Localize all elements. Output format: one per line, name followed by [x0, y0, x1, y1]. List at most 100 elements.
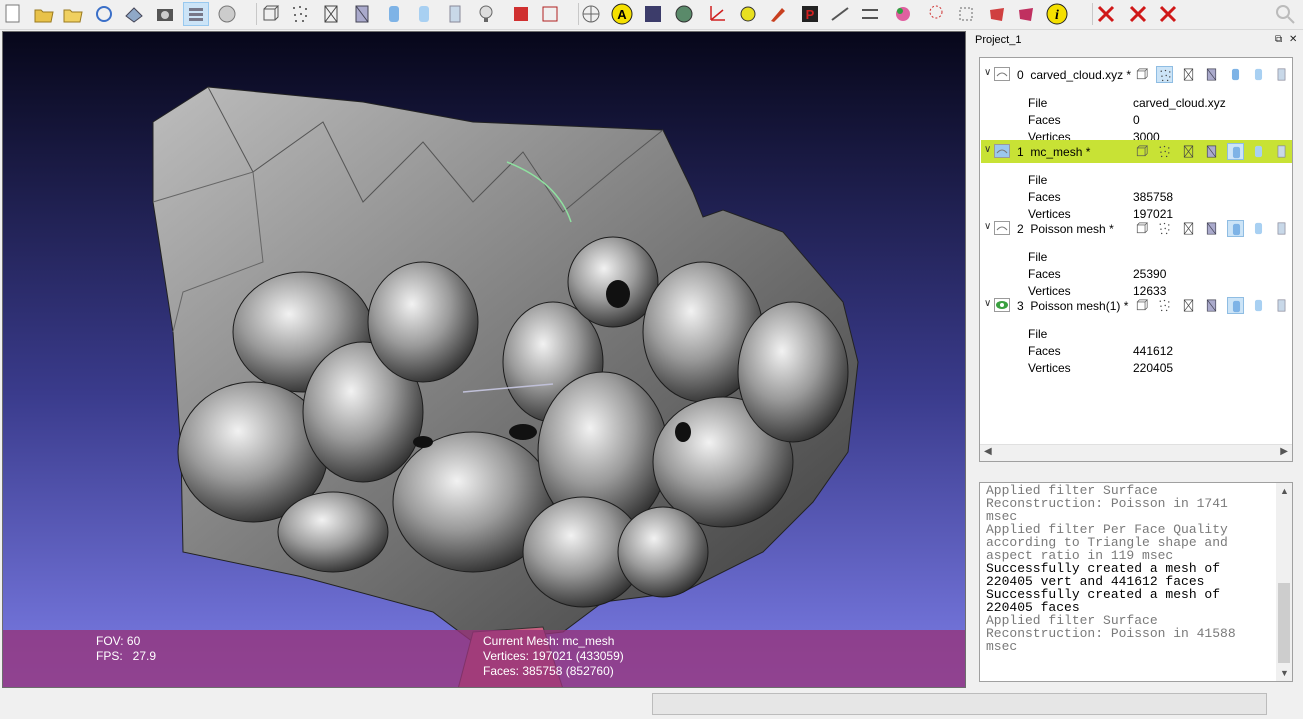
layer-texture-icon[interactable]	[1273, 66, 1290, 83]
delete-all-icon[interactable]	[1155, 2, 1181, 26]
back-face-icon[interactable]	[537, 2, 563, 26]
bounding-box-icon[interactable]	[257, 2, 283, 26]
delete-vertices-icon[interactable]	[1125, 2, 1151, 26]
layer-row[interactable]: ∨ 3 Poisson mesh(1) *	[981, 294, 1292, 317]
layer-texture-icon[interactable]	[1273, 143, 1290, 160]
svg-text:P: P	[806, 7, 815, 22]
layer-points-icon[interactable]	[1156, 297, 1173, 314]
layer-bounding-box-icon[interactable]	[1133, 297, 1150, 314]
color-icon[interactable]	[735, 2, 761, 26]
layer-wireframe-icon[interactable]	[1180, 143, 1197, 160]
flat-shading-icon[interactable]	[381, 2, 407, 26]
layer-points-icon[interactable]	[1156, 66, 1173, 83]
property-label: Faces	[1028, 344, 1061, 358]
float-dock-icon[interactable]: ⧉	[1275, 34, 1282, 45]
reference-icon[interactable]	[923, 2, 949, 26]
scroll-up-icon[interactable]: ▲	[1280, 486, 1289, 496]
collapse-arrow-icon[interactable]: ∨	[984, 298, 991, 309]
raster-layers-icon[interactable]	[214, 2, 240, 26]
layer-row[interactable]: ∨ 2 Poisson mesh *	[981, 217, 1292, 240]
close-dock-icon[interactable]: ✕	[1289, 34, 1297, 45]
tree-horizontal-scrollbar[interactable]: ◀ ▶	[980, 444, 1292, 461]
delete-faces-icon[interactable]	[1093, 2, 1119, 26]
eye-icon[interactable]	[994, 298, 1010, 312]
layer-name: 2 Poisson mesh *	[1017, 222, 1114, 236]
select-faces-icon[interactable]	[953, 2, 979, 26]
reload-icon[interactable]	[91, 2, 117, 26]
layer-wireframe-icon[interactable]	[1180, 297, 1197, 314]
svg-text:i: i	[1055, 8, 1059, 23]
layer-bounding-box-icon[interactable]	[1133, 66, 1150, 83]
layer-row[interactable]: ∨ 0 carved_cloud.xyz *	[981, 63, 1292, 86]
main-toolbar: A Pi	[0, 0, 1303, 30]
vertices-label: Vertices: 197021 (433059)	[483, 649, 624, 663]
import-mesh-icon[interactable]	[60, 2, 86, 26]
layer-hidden-lines-icon[interactable]	[1203, 220, 1220, 237]
layer-hidden-lines-icon[interactable]	[1203, 66, 1220, 83]
layer-smooth-shading-icon[interactable]	[1250, 66, 1267, 83]
smooth-shading-icon[interactable]	[411, 2, 437, 26]
open-project-icon[interactable]	[31, 2, 57, 26]
scroll-left-icon[interactable]: ◀	[984, 446, 992, 457]
save-snapshot-icon[interactable]	[121, 2, 147, 26]
collapse-arrow-icon[interactable]: ∨	[984, 221, 991, 232]
measure-icon[interactable]	[827, 2, 853, 26]
scroll-right-icon[interactable]: ▶	[1280, 446, 1288, 457]
scroll-down-icon[interactable]: ▼	[1280, 668, 1289, 678]
collapse-arrow-icon[interactable]: ∨	[984, 67, 991, 78]
property-value: 441612	[1133, 344, 1174, 358]
layer-points-icon[interactable]	[1156, 143, 1173, 160]
layer-visible-icon[interactable]	[994, 144, 1010, 158]
toolbar-separator	[256, 3, 257, 25]
layer-wireframe-icon[interactable]	[1180, 66, 1197, 83]
layer-smooth-shading-icon[interactable]	[1250, 220, 1267, 237]
layer-flat-shading-icon[interactable]	[1227, 143, 1244, 160]
3d-viewport[interactable]: FOV: 60 FPS: 27.9 Current Mesh: mc_mesh …	[2, 31, 966, 688]
log-vertical-scrollbar[interactable]: ▲ ▼	[1276, 483, 1292, 681]
faces-label: Faces: 385758 (852760)	[483, 664, 614, 678]
axes-icon[interactable]	[704, 2, 730, 26]
property-label: File	[1028, 173, 1048, 187]
align-icon[interactable]	[857, 2, 883, 26]
layer-flat-shading-icon[interactable]	[1227, 220, 1244, 237]
layer-row[interactable]: ∨ 1 mc_mesh *	[981, 140, 1292, 163]
layer-flat-shading-icon[interactable]	[1227, 297, 1244, 314]
hidden-lines-icon[interactable]	[349, 2, 375, 26]
log-line: Reconstruction: Poisson in 41588	[986, 626, 1236, 641]
layer-points-icon[interactable]	[1156, 220, 1173, 237]
layer-texture-icon[interactable]	[1273, 297, 1290, 314]
points-icon[interactable]	[287, 2, 313, 26]
search-icon[interactable]	[1273, 2, 1299, 26]
info-icon[interactable]: i	[1044, 2, 1070, 26]
select-region-icon[interactable]	[984, 2, 1010, 26]
annotation-icon[interactable]: A	[609, 2, 635, 26]
light-icon[interactable]	[473, 2, 499, 26]
select-vertices-icon[interactable]	[890, 2, 916, 26]
select-connected-icon[interactable]	[1013, 2, 1039, 26]
layers-icon[interactable]	[183, 2, 209, 26]
log-scroll-thumb[interactable]	[1278, 583, 1290, 663]
new-project-icon[interactable]	[0, 2, 26, 26]
layer-texture-icon[interactable]	[1273, 220, 1290, 237]
ambient-occlusion-icon[interactable]	[640, 2, 666, 26]
layer-visible-icon[interactable]	[994, 221, 1010, 235]
trackball-icon[interactable]	[578, 2, 604, 26]
paint-brush-icon[interactable]	[765, 2, 791, 26]
layer-smooth-shading-icon[interactable]	[1250, 297, 1267, 314]
sphere-render-icon[interactable]	[671, 2, 697, 26]
layer-hidden-lines-icon[interactable]	[1203, 297, 1220, 314]
camera-icon[interactable]	[152, 2, 178, 26]
layer-smooth-shading-icon[interactable]	[1250, 143, 1267, 160]
layer-visible-icon[interactable]	[994, 67, 1010, 81]
pick-points-icon[interactable]: P	[797, 2, 823, 26]
texture-icon[interactable]	[442, 2, 468, 26]
collapse-arrow-icon[interactable]: ∨	[984, 144, 991, 155]
layer-bounding-box-icon[interactable]	[1133, 143, 1150, 160]
fancy-lighting-icon[interactable]	[508, 2, 534, 26]
layer-hidden-lines-icon[interactable]	[1203, 143, 1220, 160]
wireframe-icon[interactable]	[318, 2, 344, 26]
layer-wireframe-icon[interactable]	[1180, 220, 1197, 237]
layer-bounding-box-icon[interactable]	[1133, 220, 1150, 237]
log-line: Reconstruction: Poisson in 1741	[986, 496, 1228, 511]
layer-flat-shading-icon[interactable]	[1227, 66, 1244, 83]
